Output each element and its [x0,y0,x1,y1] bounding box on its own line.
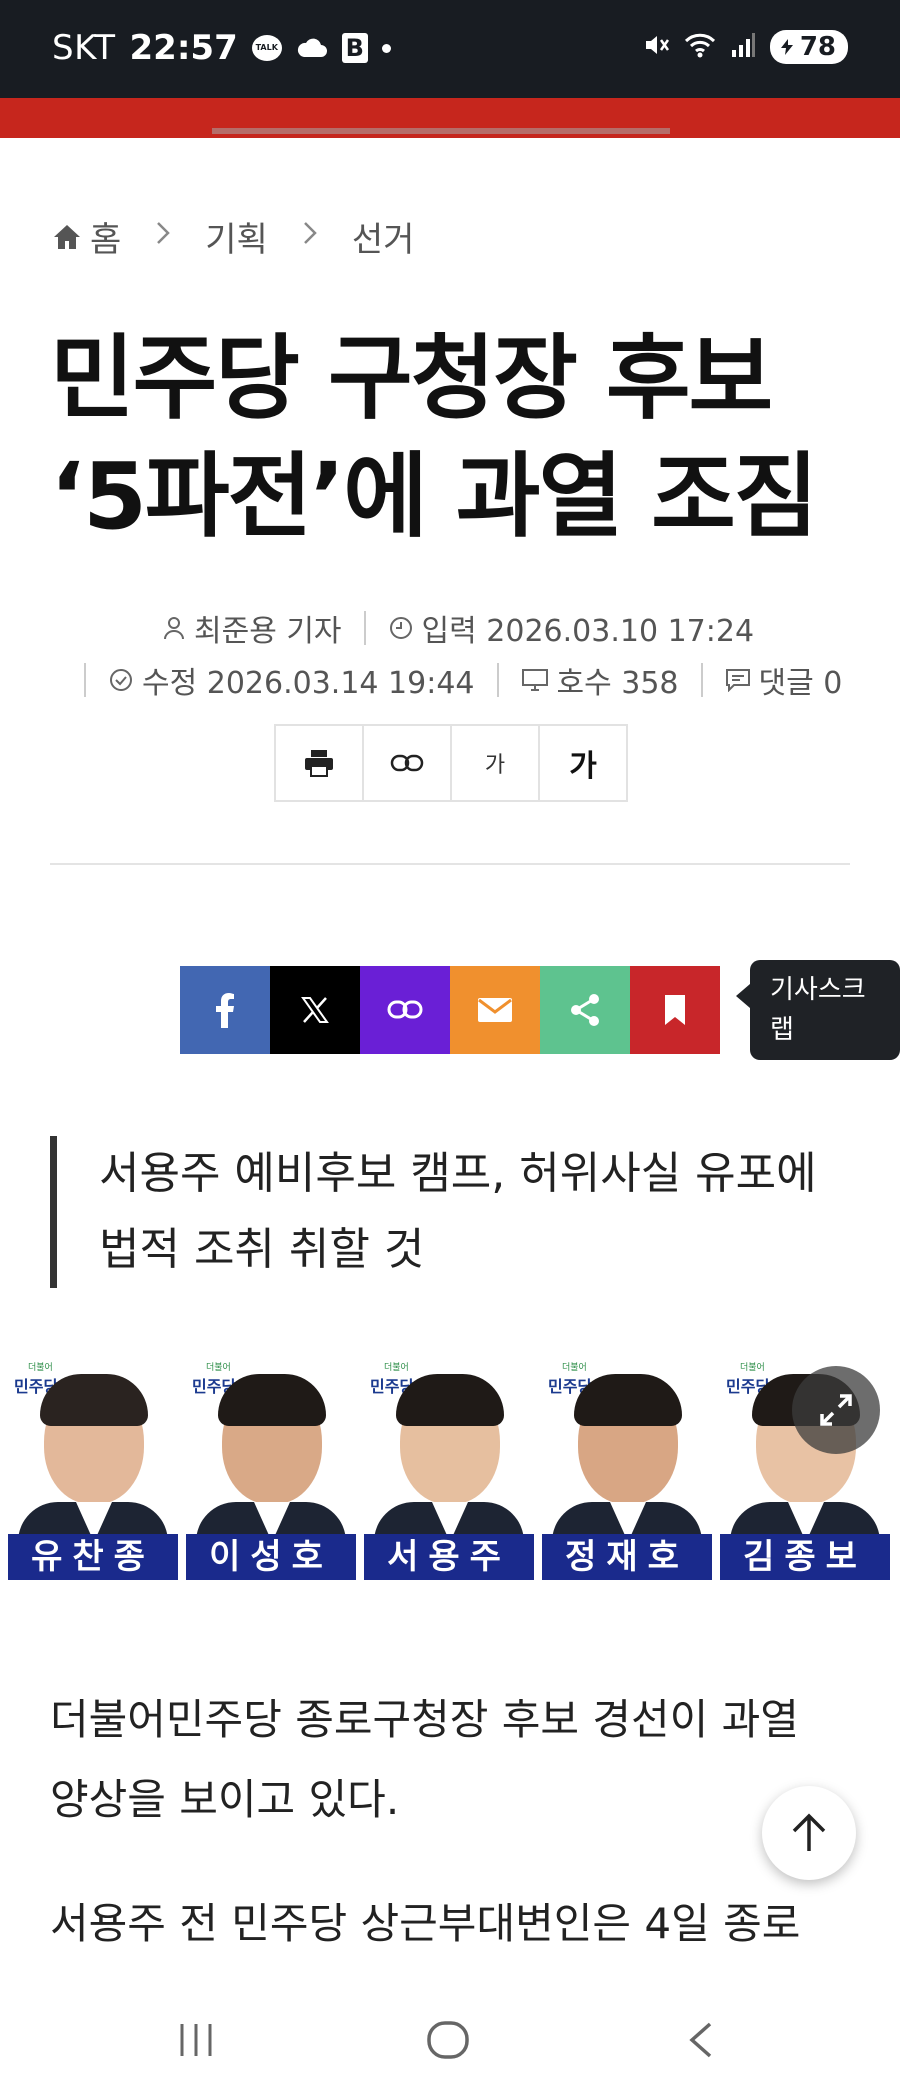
candidate-photo: 더불어 민주당 정재호 [542,1352,712,1580]
mute-icon [642,31,670,63]
kakaotalk-icon: TALK [251,35,282,61]
share-email-button[interactable] [450,966,540,1054]
notification-dot-icon [381,43,391,53]
clock-icon [389,617,412,639]
font-increase-button[interactable]: 가 [540,726,626,800]
wifi-icon [684,32,716,62]
subtitle-text: 서용주 예비후보 캠프, 허위사실 유포에 법적 조취 취할 것 [99,1148,817,1275]
person-icon [164,617,184,640]
back-button[interactable] [686,2020,716,2064]
candidate-photo: 더불어 민주당 이성호 [186,1352,356,1580]
divider [496,663,499,697]
carrier-label: SKT [52,28,116,68]
monitor-icon [521,669,548,691]
breadcrumb-item-election[interactable]: 선거 [352,212,415,261]
mail-icon [478,998,512,1022]
article-subtitle: 서용주 예비후보 캠프, 허위사실 유포에 법적 조취 취할 것 [50,1136,850,1288]
battery-level: 78 [799,32,836,62]
candidate-name: 김종보 [720,1534,890,1580]
font-decrease-button[interactable]: 가 [452,726,540,800]
charging-icon [780,39,793,55]
comment-text: 댓글 0 [758,666,843,701]
divider [50,863,850,865]
comment-count[interactable]: 댓글 0 [725,658,843,702]
clock: 22:57 [129,28,238,68]
link-icon [390,754,424,772]
share-x-button[interactable] [270,966,360,1054]
reporter-name: 최준용 기자 [194,614,342,649]
candidate-name: 이성호 [186,1534,356,1580]
cloud-icon [296,28,328,68]
comment-icon [725,669,750,692]
status-bar: SKT 22:57 TALK B 78 [0,0,900,98]
share-icon [571,994,599,1026]
share-bar [180,966,720,1054]
signal-icon [730,32,756,62]
recent-apps-icon [180,2024,212,2056]
site-header-band [0,98,900,138]
divider [363,611,366,645]
b-app-icon: B [341,33,368,63]
recent-apps-button[interactable] [176,2020,216,2064]
home-button[interactable] [426,2020,470,2064]
print-icon [305,750,333,777]
article-headline: 민주당 구청장 후보 ‘5파전’에 과열 조짐 [50,320,870,556]
scrap-tooltip: 기사스크랩 [736,960,900,1060]
article-paragraph: 서용주 전 민주당 상근부대변인은 4일 종로 [50,1899,801,1948]
breadcrumb-home[interactable]: 홈 [52,212,121,261]
candidate-photo: 더불어 민주당 유찬종 [8,1352,178,1580]
share-facebook-button[interactable] [180,966,270,1054]
modified-date: 수정 2026.03.14 19:44 [108,658,475,702]
article-tools: 가 가 [274,724,628,802]
article-body: 더불어민주당 종로구청장 후보 경선이 과열 양상을 보이고 있다. 서용주 전… [50,1680,850,2008]
share-more-button[interactable] [540,966,630,1054]
candidate-name: 서용주 [364,1534,534,1580]
divider [700,663,703,697]
modified-text: 수정 2026.03.14 19:44 [142,666,475,701]
bookmark-icon [665,995,685,1025]
headline-line: 민주당 구청장 후보 [50,325,773,432]
published-text: 입력 2026.03.10 17:24 [421,614,755,649]
scrap-button[interactable] [630,966,720,1054]
home-circle-icon [427,2021,469,2059]
breadcrumb-item-planning[interactable]: 기획 [205,212,268,261]
breadcrumb: 홈 기획 선거 [52,212,414,261]
copy-link-button[interactable] [364,726,452,800]
back-icon [689,2022,712,2058]
reporter[interactable]: 최준용 기자 [162,606,342,650]
divider [84,663,86,697]
facebook-icon [216,993,234,1028]
battery-indicator: 78 [769,30,848,64]
scroll-to-top-button[interactable] [762,1786,856,1880]
candidate-name: 유찬종 [8,1534,178,1580]
expand-image-button[interactable] [792,1366,880,1454]
x-logo-icon [301,997,329,1023]
candidate-photo: 더불어 민주당 서용주 [364,1352,534,1580]
issue-number: 호수 358 [521,658,679,702]
scroll-progress [212,128,670,134]
published-date: 입력 2026.03.10 17:24 [388,606,755,650]
expand-icon [820,1394,852,1426]
check-circle-icon [110,669,132,691]
issue-text: 호수 358 [556,666,679,701]
chevron-right-icon [155,219,171,254]
share-link-button[interactable] [360,966,450,1054]
article-paragraph: 더불어민주당 종로구청장 후보 경선이 과열 양상을 보이고 있다. [50,1695,799,1824]
arrow-up-icon [792,1813,826,1851]
home-icon [54,224,80,249]
headline-line: ‘5파전’에 과열 조짐 [50,443,818,550]
link-icon [387,1000,423,1019]
article-image[interactable]: 더불어 민주당 유찬종 더불어 민주당 이성호 더불어 민주당 서용주 더불어 민주당 … [0,1352,900,1580]
print-button[interactable] [276,726,364,800]
system-nav-bar [0,1990,900,2100]
breadcrumb-label: 홈 [90,220,122,260]
chevron-right-icon [302,219,318,254]
candidate-name: 정재호 [542,1534,712,1580]
